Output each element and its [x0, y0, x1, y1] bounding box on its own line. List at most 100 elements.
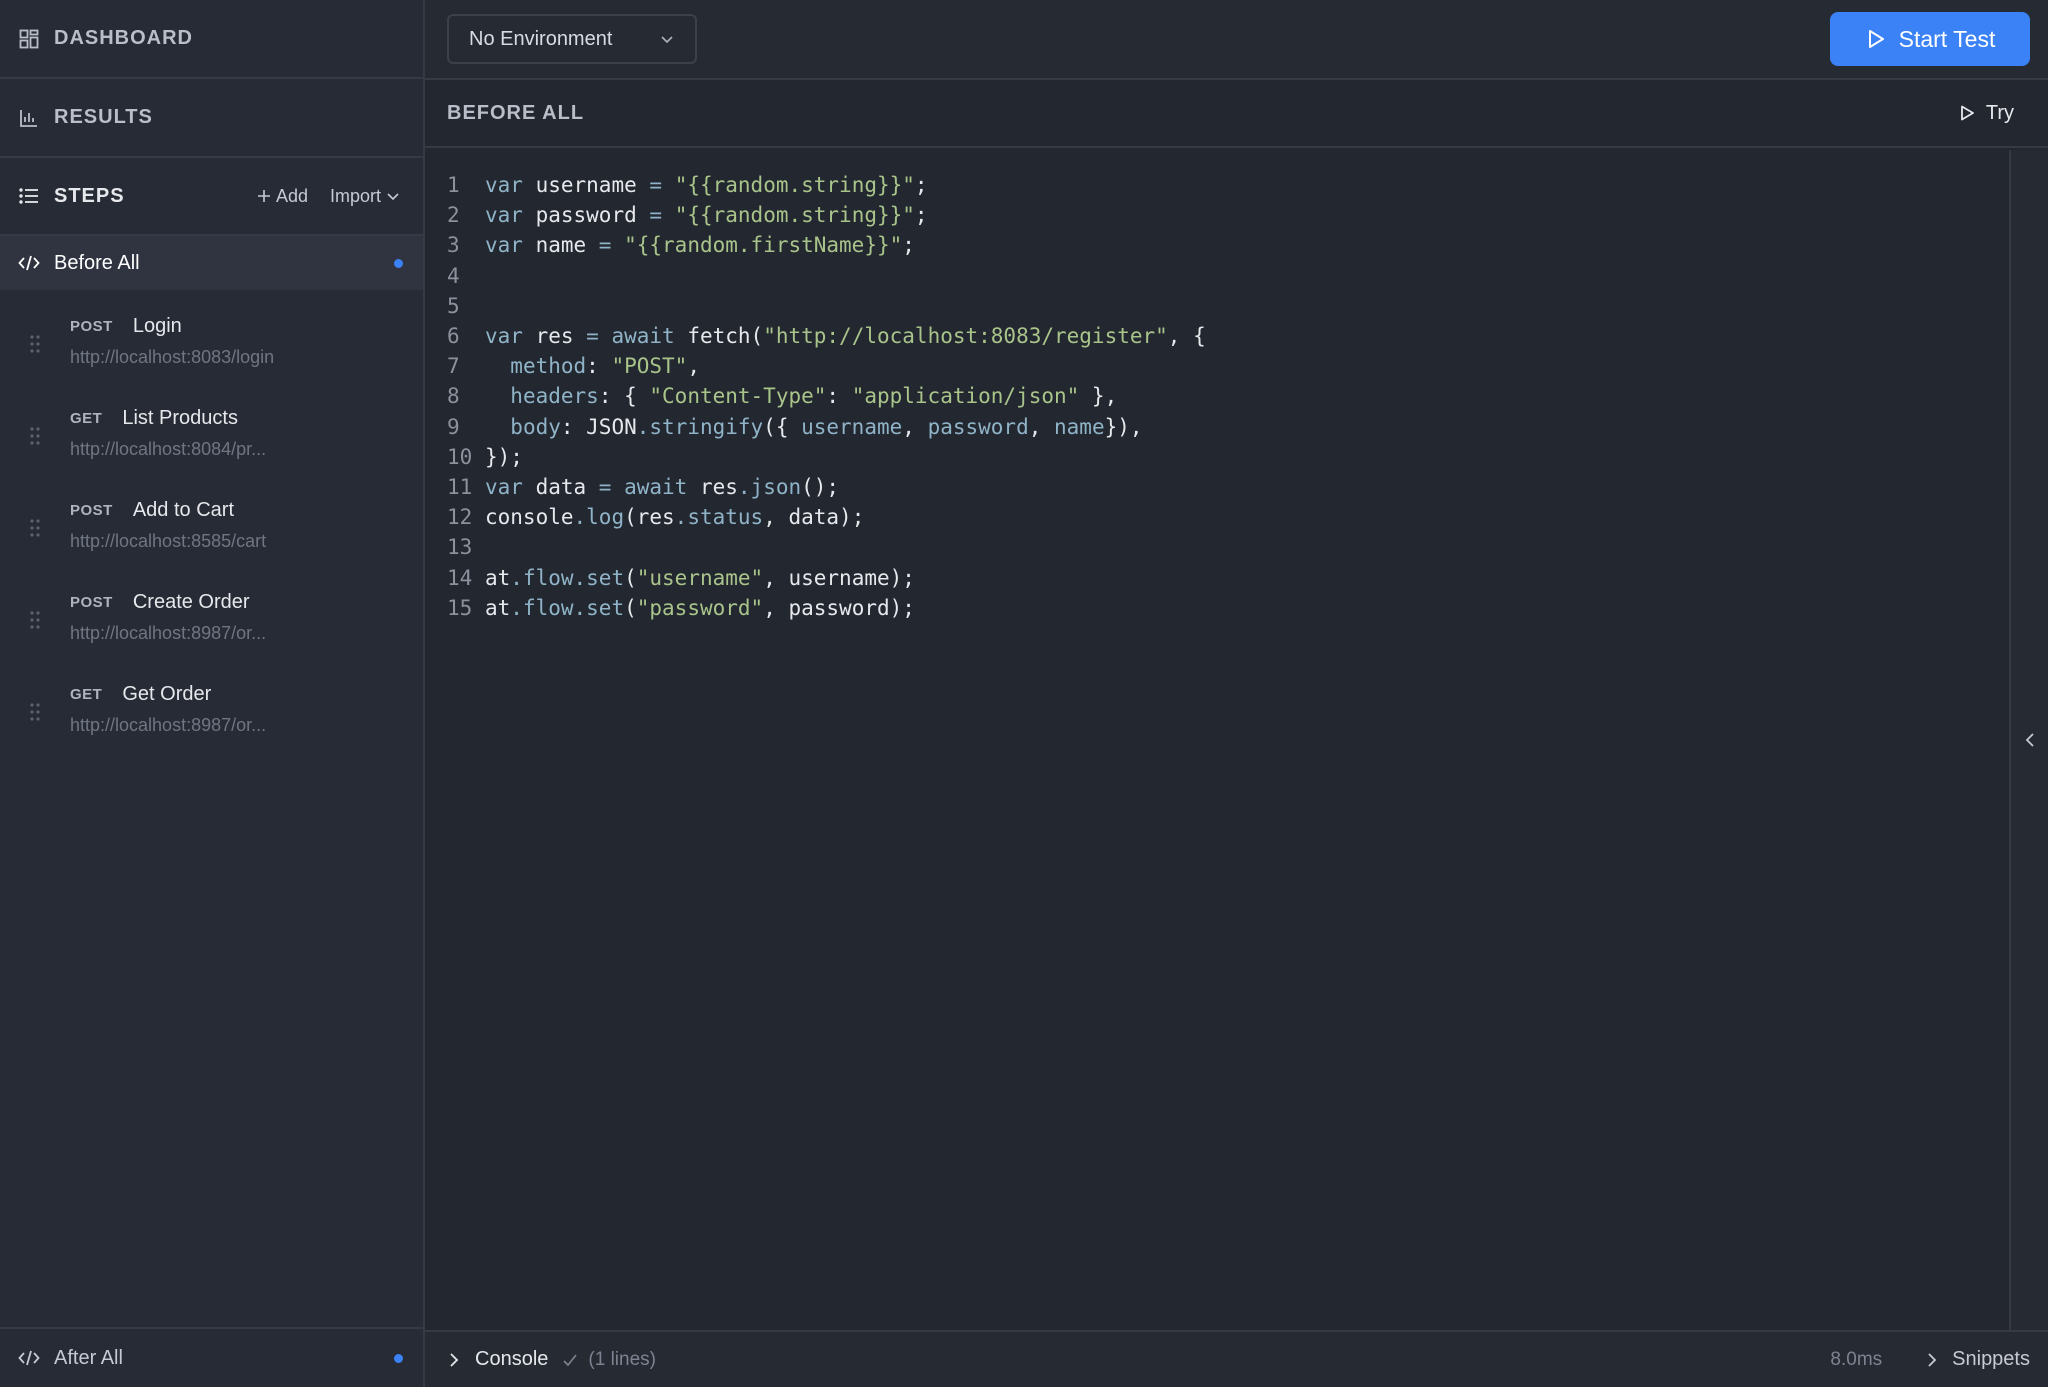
code-line: 12 console.log(res.status, data); [425, 502, 2009, 532]
dashboard-icon [18, 28, 40, 50]
code-line: 1 var username = "{{random.string}}"; [425, 170, 2009, 200]
code-token: .stringify [636, 414, 764, 439]
code-line: 4 [425, 261, 2009, 291]
after-all-item[interactable]: After All [0, 1327, 423, 1387]
line-number: 8 [447, 384, 460, 409]
code-token: "application/json" [851, 384, 1080, 409]
snippets-button[interactable]: Snippets [1926, 1348, 2030, 1371]
code-token: ({ [763, 414, 802, 439]
code-token: ; [914, 173, 928, 198]
status-dot [394, 1353, 403, 1363]
drag-handle-icon[interactable] [29, 334, 41, 354]
nav-results[interactable]: RESULTS [0, 79, 423, 158]
environment-value: No Environment [469, 27, 613, 50]
step-name: Create Order [132, 590, 250, 613]
code-token: headers [510, 384, 599, 409]
code-token: res [522, 324, 587, 349]
code-line: 13 [425, 532, 2009, 562]
chevron-left-icon [2025, 733, 2034, 747]
code-token: (res [624, 505, 675, 530]
code-token: "http://localhost:8083/register" [763, 324, 1168, 349]
code-token: await [611, 324, 675, 349]
drag-handle-icon[interactable] [29, 518, 41, 538]
code-token: }), [1104, 414, 1143, 439]
code-token: at [485, 595, 511, 620]
step-item[interactable]: GET List Products http://localhost:8084/… [0, 382, 423, 474]
drag-handle-icon[interactable] [29, 426, 41, 446]
import-label: Import [329, 185, 381, 206]
add-label: Add [275, 185, 308, 206]
console-bar[interactable]: Console (1 lines) 8.0ms Snippets [425, 1330, 2048, 1387]
after-all-label: After All [54, 1346, 123, 1369]
code-token: "password" [636, 595, 764, 620]
code-token: .flow [510, 565, 574, 590]
code-token: await [624, 474, 688, 499]
before-all-item[interactable]: Before All [0, 236, 423, 290]
steps-label: STEPS [54, 184, 125, 207]
code-token: method [510, 354, 587, 379]
code-line: 10 }); [425, 442, 2009, 472]
code-text: var name = "{{random.firstName}}"; [485, 233, 915, 257]
code-token: "Content-Type" [649, 384, 827, 409]
nav-dashboard[interactable]: DASHBOARD [0, 0, 423, 79]
status-dot [394, 258, 403, 268]
step-url: http://localhost:8987/or... [70, 715, 267, 735]
code-token: (); [801, 474, 840, 499]
app-root: DASHBOARD RESULTS STEPS Add Import Befor… [0, 0, 2048, 1387]
code-token: }, [1079, 384, 1118, 409]
code-token: : [586, 354, 612, 379]
snippets-panel-toggle[interactable] [2009, 150, 2048, 1330]
step-item[interactable]: GET Get Order http://localhost:8987/or..… [0, 658, 423, 750]
play-icon [1868, 30, 1884, 48]
step-url: http://localhost:8987/or... [70, 623, 267, 643]
check-icon [563, 1354, 578, 1366]
code-token: = [598, 474, 612, 499]
code-text: headers: { "Content-Type": "application/… [485, 384, 1117, 408]
code-token: : JSON [560, 414, 637, 439]
code-editor[interactable]: 1 var username = "{{random.string}}"; 2 … [425, 150, 2009, 1330]
code-token: fetch( [674, 324, 764, 349]
drag-handle-icon[interactable] [29, 610, 41, 630]
code-token: = [598, 233, 612, 258]
line-number: 11 [447, 474, 473, 499]
code-token: at [485, 565, 511, 590]
environment-select[interactable]: No Environment [447, 14, 697, 64]
line-number: 9 [447, 414, 460, 439]
code-token: password [522, 203, 650, 228]
step-item[interactable]: POST Create Order http://localhost:8987/… [0, 566, 423, 658]
line-number: 4 [447, 263, 460, 288]
step-name: List Products [122, 406, 238, 429]
chevron-right-icon[interactable] [447, 1351, 461, 1369]
code-text: var data = await res.json(); [485, 475, 839, 499]
code-token: , [902, 414, 928, 439]
code-text: method: "POST", [485, 354, 700, 378]
step-method: POST [70, 593, 113, 611]
line-number: 7 [447, 354, 460, 379]
code-token: .json [737, 474, 802, 499]
code-line: 6 var res = await fetch("http://localhos… [425, 321, 2009, 351]
step-name: Add to Cart [132, 498, 235, 521]
code-icon [18, 252, 40, 274]
line-number: 10 [447, 444, 473, 469]
plus-icon [257, 190, 270, 202]
step-item[interactable]: POST Add to Cart http://localhost:8585/c… [0, 474, 423, 566]
code-text: var res = await fetch("http://localhost:… [485, 324, 1206, 348]
try-label: Try [1985, 101, 2014, 124]
code-token: "{{random.string}}" [674, 173, 915, 198]
line-number: 2 [447, 203, 460, 228]
code-token: body [510, 414, 561, 439]
start-test-button[interactable]: Start Test [1830, 12, 2030, 66]
code-token: , password); [763, 595, 915, 620]
step-item[interactable]: POST Login http://localhost:8083/login [0, 290, 423, 382]
try-button[interactable]: Try [1958, 102, 2014, 125]
code-text: at.flow.set("username", username); [485, 566, 915, 590]
drag-handle-icon[interactable] [29, 702, 41, 722]
code-text: body: JSON.stringify({ username, passwor… [485, 414, 1143, 439]
code-line: 8 headers: { "Content-Type": "applicatio… [425, 381, 2009, 411]
line-number: 1 [447, 173, 460, 198]
code-token: , username); [763, 565, 915, 590]
add-step-button[interactable]: Add [256, 186, 308, 207]
import-button[interactable]: Import [330, 186, 401, 207]
